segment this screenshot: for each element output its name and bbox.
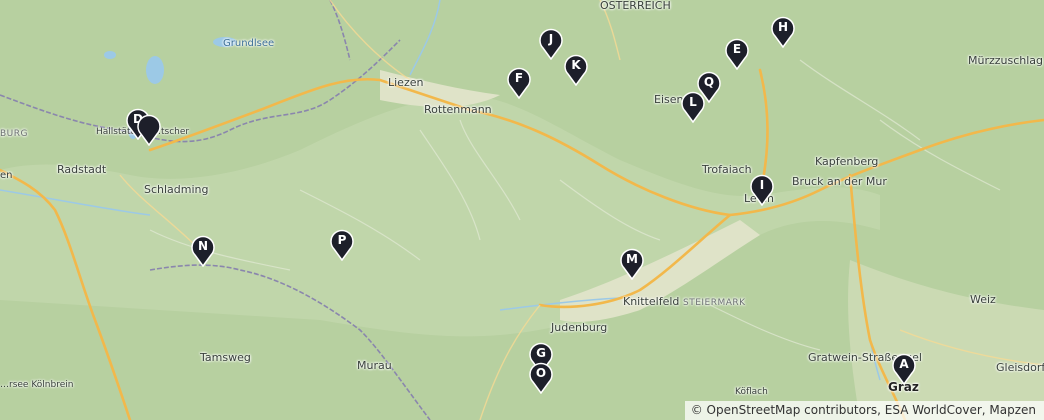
label-osterreich: ÖSTERREICH: [600, 0, 671, 12]
label-weiz: Weiz: [970, 293, 996, 306]
marker-label: E: [732, 42, 742, 56]
map-view[interactable]: ÖSTERREICH Grundlsee Liezen Rottenmann E…: [0, 0, 1044, 420]
marker-label: L: [689, 95, 697, 109]
label-kolnbrein: …rsee Kölnbrein: [0, 380, 74, 390]
marker-label: J: [548, 32, 554, 46]
map-marker-j[interactable]: J: [538, 28, 564, 60]
label-steiermark: STEIERMARK: [683, 298, 746, 308]
map-marker-h[interactable]: H: [770, 16, 796, 48]
map-marker-e[interactable]: E: [724, 38, 750, 70]
label-trofaiach: Trofaiach: [702, 163, 752, 176]
marker-label: A: [899, 357, 909, 371]
map-marker-f[interactable]: F: [506, 67, 532, 99]
label-liezen: Liezen: [388, 76, 424, 89]
map-marker-m[interactable]: M: [619, 248, 645, 280]
map-marker-p[interactable]: P: [329, 229, 355, 261]
label-murzzuschlag: Mürzzuschlag: [968, 54, 1044, 67]
marker-label: H: [777, 20, 789, 34]
marker-label: Q: [703, 75, 715, 89]
label-grundlsee: Grundlsee: [223, 38, 275, 49]
marker-label: P: [337, 233, 347, 247]
map-marker-i[interactable]: I: [749, 174, 775, 206]
marker-label: O: [535, 366, 547, 380]
marker-label: G: [536, 346, 546, 360]
label-rottenmann: Rottenmann: [424, 103, 492, 116]
map-marker-n[interactable]: N: [190, 235, 216, 267]
label-murau: Murau: [357, 359, 392, 372]
label-bruck: Bruck an der Mur: [792, 175, 887, 188]
marker-label: K: [571, 58, 581, 72]
map-marker-behind-d[interactable]: [136, 114, 162, 146]
map-marker-l[interactable]: L: [680, 91, 706, 123]
map-attribution[interactable]: © OpenStreetMap contributors, ESA WorldC…: [684, 401, 1044, 420]
label-kapfenberg: Kapfenberg: [815, 155, 879, 168]
label-radstadt: Radstadt: [57, 163, 107, 176]
marker-label: M: [626, 252, 638, 266]
label-knittelfeld: Knittelfeld: [623, 295, 680, 308]
label-en: en: [0, 170, 13, 181]
label-tamsweg: Tamsweg: [200, 351, 251, 364]
map-marker-o[interactable]: O: [528, 362, 554, 394]
marker-label: I: [759, 178, 765, 192]
map-marker-a[interactable]: A: [891, 353, 917, 385]
label-koflach: Köflach: [735, 387, 768, 397]
label-schladming: Schladming: [144, 183, 209, 196]
label-salzburg: BURG: [0, 129, 28, 139]
map-marker-k[interactable]: K: [563, 54, 589, 86]
label-judenburg: Judenburg: [551, 321, 608, 334]
marker-label: N: [197, 239, 209, 253]
marker-label: F: [514, 71, 524, 85]
label-gleisdorf: Gleisdorf: [996, 361, 1044, 374]
